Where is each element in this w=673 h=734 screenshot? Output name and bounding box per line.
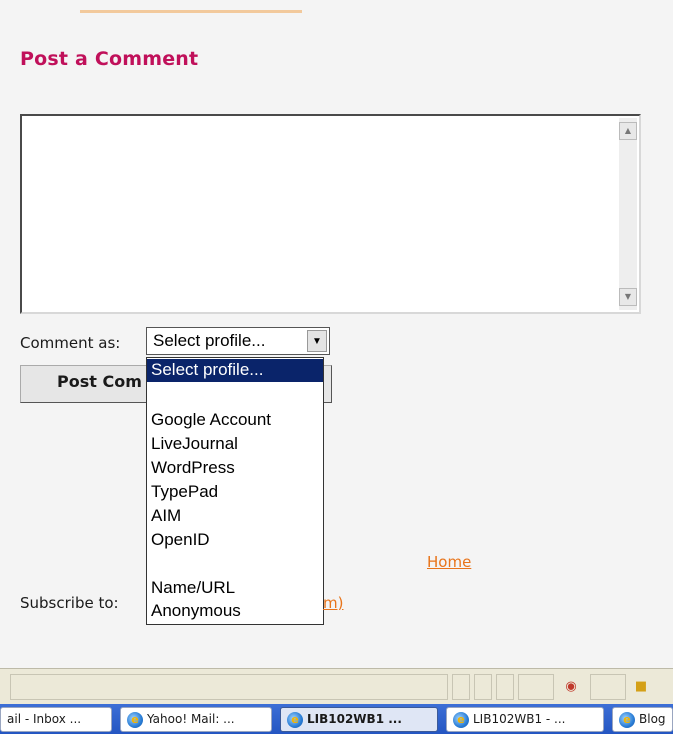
taskbar-item-label: ail - Inbox ... xyxy=(7,712,82,726)
internet-explorer-icon: e xyxy=(453,712,469,728)
scroll-down-arrow-icon[interactable]: ▼ xyxy=(619,288,637,306)
scroll-up-arrow-icon[interactable]: ▲ xyxy=(619,122,637,140)
comment-textarea[interactable]: ▲ ▼ xyxy=(20,114,641,314)
internet-explorer-icon: e xyxy=(287,712,303,728)
taskbar-item-label: LIB102WB1 ... xyxy=(307,712,402,726)
status-panel xyxy=(474,674,492,700)
status-text-panel xyxy=(10,674,448,700)
dropdown-option xyxy=(147,553,323,576)
taskbar-item[interactable]: e LIB102WB1 - ... xyxy=(446,707,604,732)
status-panel xyxy=(452,674,470,700)
browser-status-bar: ◉ ■ xyxy=(0,668,673,704)
internet-explorer-icon: e xyxy=(127,712,143,728)
top-divider xyxy=(80,10,302,13)
taskbar-item[interactable]: e LIB102WB1 ... xyxy=(280,707,438,732)
taskbar-item-label: Blog xyxy=(639,712,666,726)
taskbar-item-label: LIB102WB1 - ... xyxy=(473,712,566,726)
textarea-scrollbar[interactable]: ▲ ▼ xyxy=(619,118,637,310)
taskbar-item[interactable]: ail - Inbox ... xyxy=(0,707,112,732)
taskbar-item[interactable]: e Blog xyxy=(612,707,673,732)
taskbar-item-label: Yahoo! Mail: ... xyxy=(147,712,235,726)
dropdown-option[interactable]: Google Account xyxy=(147,409,323,432)
profile-select-value: Select profile... xyxy=(153,331,266,350)
subscribe-label: Subscribe to: xyxy=(20,594,119,612)
chevron-down-icon[interactable]: ▼ xyxy=(307,330,327,352)
dropdown-option[interactable]: LiveJournal xyxy=(147,433,323,456)
dropdown-option[interactable]: Anonymous xyxy=(147,600,323,623)
status-panel xyxy=(496,674,514,700)
subscribe-feed-link[interactable]: m) xyxy=(323,594,343,612)
status-panel xyxy=(518,674,554,700)
security-warning-icon[interactable]: ■ xyxy=(632,677,650,695)
comment-as-label: Comment as: xyxy=(20,334,121,352)
internet-explorer-icon: e xyxy=(619,712,635,728)
dropdown-option[interactable]: OpenID xyxy=(147,529,323,552)
dropdown-option xyxy=(147,382,323,405)
dropdown-option[interactable]: WordPress xyxy=(147,457,323,480)
dropdown-option[interactable]: AIM xyxy=(147,505,323,528)
post-comment-heading: Post a Comment xyxy=(20,48,199,70)
dropdown-option[interactable]: Select profile... xyxy=(147,359,323,382)
profile-dropdown-list[interactable]: Select profile... Google Account LiveJou… xyxy=(146,357,324,625)
profile-select[interactable]: Select profile... ▼ xyxy=(146,327,330,355)
windows-taskbar: ail - Inbox ... e Yahoo! Mail: ... e LIB… xyxy=(0,704,673,734)
taskbar-item[interactable]: e Yahoo! Mail: ... xyxy=(120,707,272,732)
status-panel xyxy=(590,674,626,700)
dropdown-option[interactable]: Name/URL xyxy=(147,577,323,600)
dropdown-option[interactable]: TypePad xyxy=(147,481,323,504)
home-link[interactable]: Home xyxy=(427,553,471,571)
privacy-eye-icon[interactable]: ◉ xyxy=(562,677,580,695)
